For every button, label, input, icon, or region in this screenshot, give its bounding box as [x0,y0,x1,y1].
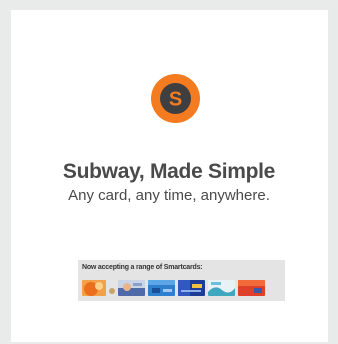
smartcard-dot-icon [109,288,115,294]
page-title: Subway, Made Simple [62,160,276,183]
smartcard-tap-icon [118,280,145,296]
page-subtitle: Any card, any time, anywhere. [68,187,270,204]
subway-logo-icon: S [151,74,200,123]
smartcard-red-icon [238,280,265,296]
smartcards-label: Now accepting a range of Smartcards: [82,264,203,271]
logo-letter: S [169,89,182,111]
smartcards-row [82,280,282,296]
smartcard-navy-icon [178,280,205,296]
smartcard-blue-icon [148,280,175,296]
smartcards-panel: Now accepting a range of Smartcards: [78,260,285,301]
smartcard-orange-icon [82,280,106,296]
smartcard-teal-icon [208,280,235,296]
